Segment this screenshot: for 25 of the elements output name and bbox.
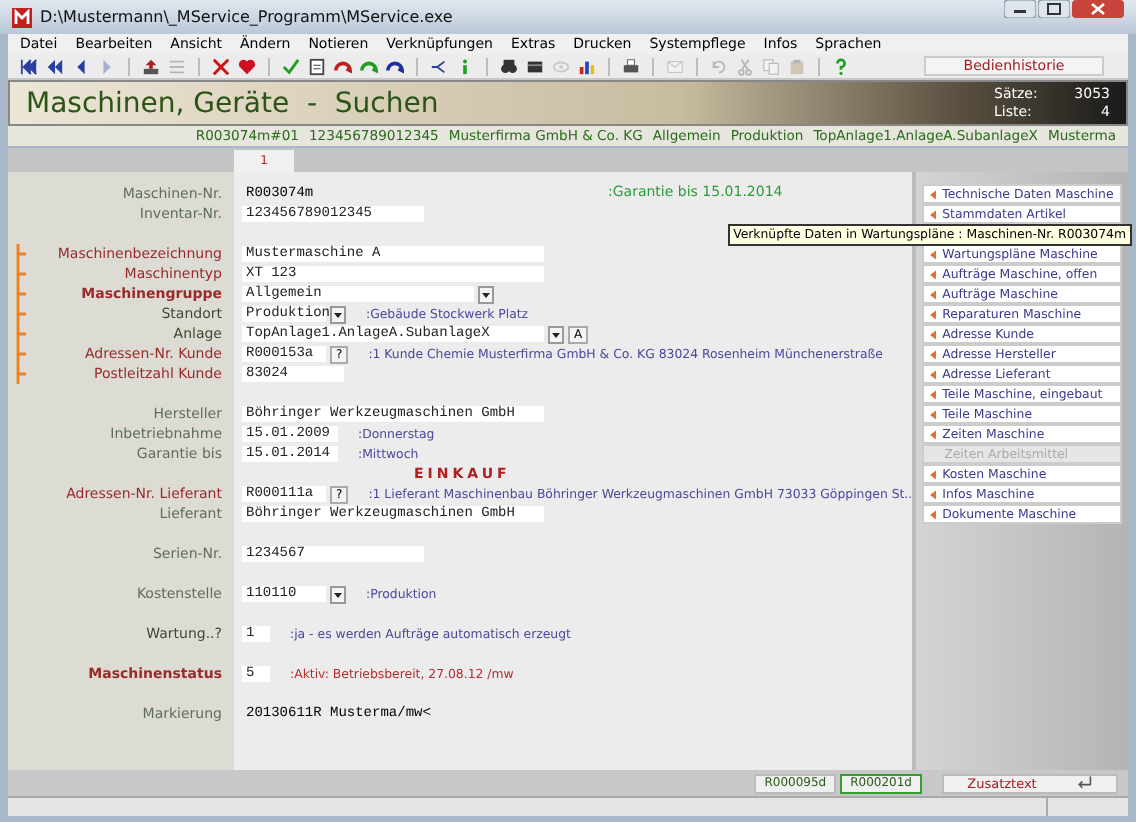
- maximize-button[interactable]: [1038, 0, 1070, 18]
- swirl-icon[interactable]: [332, 57, 354, 75]
- doc-icon[interactable]: [306, 57, 328, 75]
- return-icon: [1076, 776, 1093, 790]
- dropdown-button[interactable]: [548, 325, 564, 343]
- printer-icon[interactable]: [620, 57, 642, 75]
- window-title: D:\Mustermann\_MService_Programm\MService.exe: [40, 8, 453, 26]
- binoculars-icon[interactable]: [498, 57, 520, 75]
- bar-icon[interactable]: [524, 57, 546, 75]
- dropdown-button[interactable]: [478, 285, 494, 303]
- minimize-button[interactable]: [1004, 0, 1036, 18]
- app-icon: [12, 7, 32, 27]
- help-icon[interactable]: [830, 57, 852, 75]
- heart-icon[interactable]: [236, 57, 258, 75]
- check-icon[interactable]: [280, 57, 302, 75]
- dropdown-button[interactable]: [330, 305, 346, 323]
- swirl-icon[interactable]: [384, 57, 406, 75]
- close-button[interactable]: [1072, 0, 1124, 18]
- delete-icon[interactable]: [210, 57, 232, 75]
- upload-icon[interactable]: [140, 57, 162, 75]
- first-icon[interactable]: [18, 57, 40, 75]
- branch-icon[interactable]: [428, 57, 450, 75]
- page-title: Maschinen, Geräte - Suchen: [26, 87, 439, 119]
- chart-icon[interactable]: [576, 57, 598, 75]
- dropdown-button[interactable]: [330, 585, 346, 603]
